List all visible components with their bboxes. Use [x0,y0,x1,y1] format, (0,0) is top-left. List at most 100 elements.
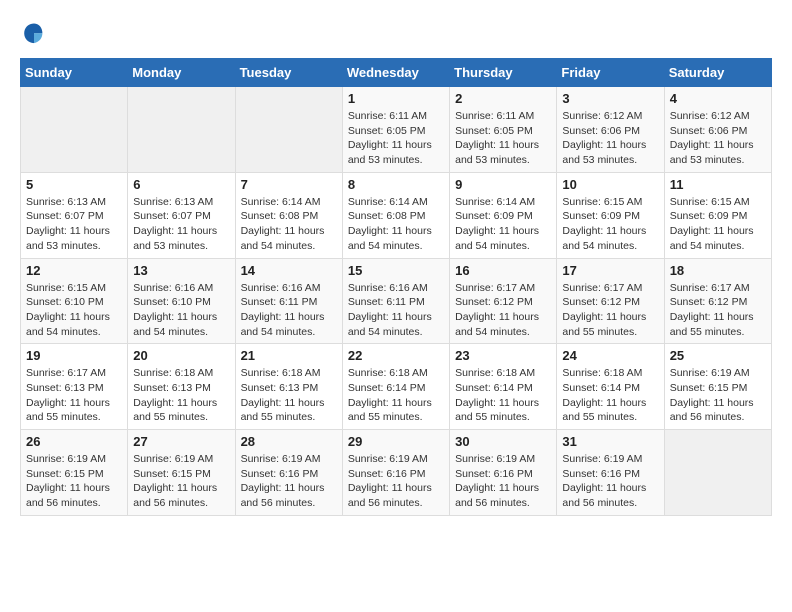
calendar-cell [128,87,235,173]
day-info: Sunrise: 6:13 AMSunset: 6:07 PMDaylight:… [133,195,229,254]
calendar-cell: 6Sunrise: 6:13 AMSunset: 6:07 PMDaylight… [128,172,235,258]
day-number: 21 [241,348,337,363]
day-info: Sunrise: 6:12 AMSunset: 6:06 PMDaylight:… [670,109,766,168]
calendar-cell: 29Sunrise: 6:19 AMSunset: 6:16 PMDayligh… [342,430,449,516]
calendar-cell: 28Sunrise: 6:19 AMSunset: 6:16 PMDayligh… [235,430,342,516]
day-header-sunday: Sunday [21,59,128,87]
day-info: Sunrise: 6:17 AMSunset: 6:12 PMDaylight:… [455,281,551,340]
day-info: Sunrise: 6:16 AMSunset: 6:10 PMDaylight:… [133,281,229,340]
calendar-cell: 18 Sunrise: 6:17 AMSunset: 6:12 PMDayligh… [664,258,771,344]
calendar-cell: 16 Sunrise: 6:17 AMSunset: 6:12 PMDayligh… [450,258,557,344]
calendar-cell [21,87,128,173]
logo [20,20,52,48]
week-row-1: 1Sunrise: 6:11 AMSunset: 6:05 PMDaylight… [21,87,772,173]
day-info: Sunrise: 6:19 AMSunset: 6:16 PMDaylight:… [348,452,444,511]
day-number: 28 [241,434,337,449]
day-number: 12 [26,263,122,278]
day-info: Sunrise: 6:11 AMSunset: 6:05 PMDaylight:… [455,109,551,168]
calendar-cell [664,430,771,516]
day-number: 3 [562,91,658,106]
calendar-cell: 27 Sunrise: 6:19 AMSunset: 6:15 PMDayligh… [128,430,235,516]
calendar-cell [235,87,342,173]
day-number: 19 [26,348,122,363]
day-number: 5 [26,177,122,192]
day-info: Sunrise: 6:19 AMSunset: 6:16 PMDaylight:… [562,452,658,511]
day-header-saturday: Saturday [664,59,771,87]
day-info: Sunrise: 6:17 AMSunset: 6:12 PMDaylight:… [670,281,766,340]
day-number: 14 [241,263,337,278]
day-info: Sunrise: 6:13 AMSunset: 6:07 PMDaylight:… [26,195,122,254]
calendar-cell: 2 Sunrise: 6:11 AMSunset: 6:05 PMDaylight… [450,87,557,173]
day-number: 16 [455,263,551,278]
day-info: Sunrise: 6:17 AMSunset: 6:12 PMDaylight:… [562,281,658,340]
page-header [20,20,772,48]
calendar-cell: 13 Sunrise: 6:16 AMSunset: 6:10 PMDayligh… [128,258,235,344]
day-info: Sunrise: 6:16 AMSunset: 6:11 PMDaylight:… [348,281,444,340]
calendar-cell: 21 Sunrise: 6:18 AMSunset: 6:13 PMDayligh… [235,344,342,430]
day-header-monday: Monday [128,59,235,87]
day-number: 2 [455,91,551,106]
calendar-cell: 7 Sunrise: 6:14 AMSunset: 6:08 PMDaylight… [235,172,342,258]
day-number: 30 [455,434,551,449]
calendar-cell: 14 Sunrise: 6:16 AMSunset: 6:11 PMDayligh… [235,258,342,344]
calendar-cell: 23Sunrise: 6:18 AMSunset: 6:14 PMDayligh… [450,344,557,430]
day-info: Sunrise: 6:19 AMSunset: 6:15 PMDaylight:… [133,452,229,511]
week-row-2: 5 Sunrise: 6:13 AMSunset: 6:07 PMDaylight… [21,172,772,258]
calendar-cell: 25Sunrise: 6:19 AMSunset: 6:15 PMDayligh… [664,344,771,430]
calendar-cell: 12 Sunrise: 6:15 AMSunset: 6:10 PMDayligh… [21,258,128,344]
calendar-cell: 9Sunrise: 6:14 AMSunset: 6:09 PMDaylight… [450,172,557,258]
calendar-cell: 26 Sunrise: 6:19 AMSunset: 6:15 PMDayligh… [21,430,128,516]
day-info: Sunrise: 6:12 AMSunset: 6:06 PMDaylight:… [562,109,658,168]
day-number: 20 [133,348,229,363]
day-number: 9 [455,177,551,192]
day-info: Sunrise: 6:14 AMSunset: 6:08 PMDaylight:… [348,195,444,254]
calendar-cell: 30 Sunrise: 6:19 AMSunset: 6:16 PMDayligh… [450,430,557,516]
day-header-tuesday: Tuesday [235,59,342,87]
calendar-cell: 24 Sunrise: 6:18 AMSunset: 6:14 PMDayligh… [557,344,664,430]
day-number: 31 [562,434,658,449]
calendar-cell: 1Sunrise: 6:11 AMSunset: 6:05 PMDaylight… [342,87,449,173]
day-number: 24 [562,348,658,363]
day-info: Sunrise: 6:18 AMSunset: 6:14 PMDaylight:… [348,366,444,425]
day-info: Sunrise: 6:15 AMSunset: 6:09 PMDaylight:… [670,195,766,254]
day-info: Sunrise: 6:18 AMSunset: 6:14 PMDaylight:… [455,366,551,425]
day-info: Sunrise: 6:18 AMSunset: 6:14 PMDaylight:… [562,366,658,425]
calendar-cell: 8Sunrise: 6:14 AMSunset: 6:08 PMDaylight… [342,172,449,258]
day-number: 13 [133,263,229,278]
day-number: 15 [348,263,444,278]
day-header-friday: Friday [557,59,664,87]
week-row-3: 12 Sunrise: 6:15 AMSunset: 6:10 PMDayligh… [21,258,772,344]
calendar-cell: 4 Sunrise: 6:12 AMSunset: 6:06 PMDaylight… [664,87,771,173]
week-row-5: 26 Sunrise: 6:19 AMSunset: 6:15 PMDayligh… [21,430,772,516]
day-info: Sunrise: 6:16 AMSunset: 6:11 PMDaylight:… [241,281,337,340]
day-info: Sunrise: 6:15 AMSunset: 6:10 PMDaylight:… [26,281,122,340]
day-info: Sunrise: 6:19 AMSunset: 6:16 PMDaylight:… [455,452,551,511]
calendar-table: SundayMondayTuesdayWednesdayThursdayFrid… [20,58,772,516]
calendar-cell: 5 Sunrise: 6:13 AMSunset: 6:07 PMDaylight… [21,172,128,258]
day-number: 7 [241,177,337,192]
calendar-cell: 31 Sunrise: 6:19 AMSunset: 6:16 PMDayligh… [557,430,664,516]
day-info: Sunrise: 6:18 AMSunset: 6:13 PMDaylight:… [133,366,229,425]
calendar-cell: 22 Sunrise: 6:18 AMSunset: 6:14 PMDayligh… [342,344,449,430]
calendar-cell: 20 Sunrise: 6:18 AMSunset: 6:13 PMDayligh… [128,344,235,430]
day-number: 10 [562,177,658,192]
day-number: 4 [670,91,766,106]
day-number: 27 [133,434,229,449]
day-info: Sunrise: 6:14 AMSunset: 6:08 PMDaylight:… [241,195,337,254]
day-info: Sunrise: 6:17 AMSunset: 6:13 PMDaylight:… [26,366,122,425]
day-info: Sunrise: 6:19 AMSunset: 6:15 PMDaylight:… [26,452,122,511]
day-info: Sunrise: 6:18 AMSunset: 6:13 PMDaylight:… [241,366,337,425]
day-header-wednesday: Wednesday [342,59,449,87]
calendar-cell: 15 Sunrise: 6:16 AMSunset: 6:11 PMDayligh… [342,258,449,344]
day-number: 11 [670,177,766,192]
calendar-cell: 19 Sunrise: 6:17 AMSunset: 6:13 PMDayligh… [21,344,128,430]
days-header-row: SundayMondayTuesdayWednesdayThursdayFrid… [21,59,772,87]
day-header-thursday: Thursday [450,59,557,87]
day-number: 22 [348,348,444,363]
calendar-cell: 10Sunrise: 6:15 AMSunset: 6:09 PMDayligh… [557,172,664,258]
day-number: 18 [670,263,766,278]
calendar-cell: 3 Sunrise: 6:12 AMSunset: 6:06 PMDaylight… [557,87,664,173]
calendar-cell: 17Sunrise: 6:17 AMSunset: 6:12 PMDayligh… [557,258,664,344]
week-row-4: 19 Sunrise: 6:17 AMSunset: 6:13 PMDayligh… [21,344,772,430]
day-number: 26 [26,434,122,449]
